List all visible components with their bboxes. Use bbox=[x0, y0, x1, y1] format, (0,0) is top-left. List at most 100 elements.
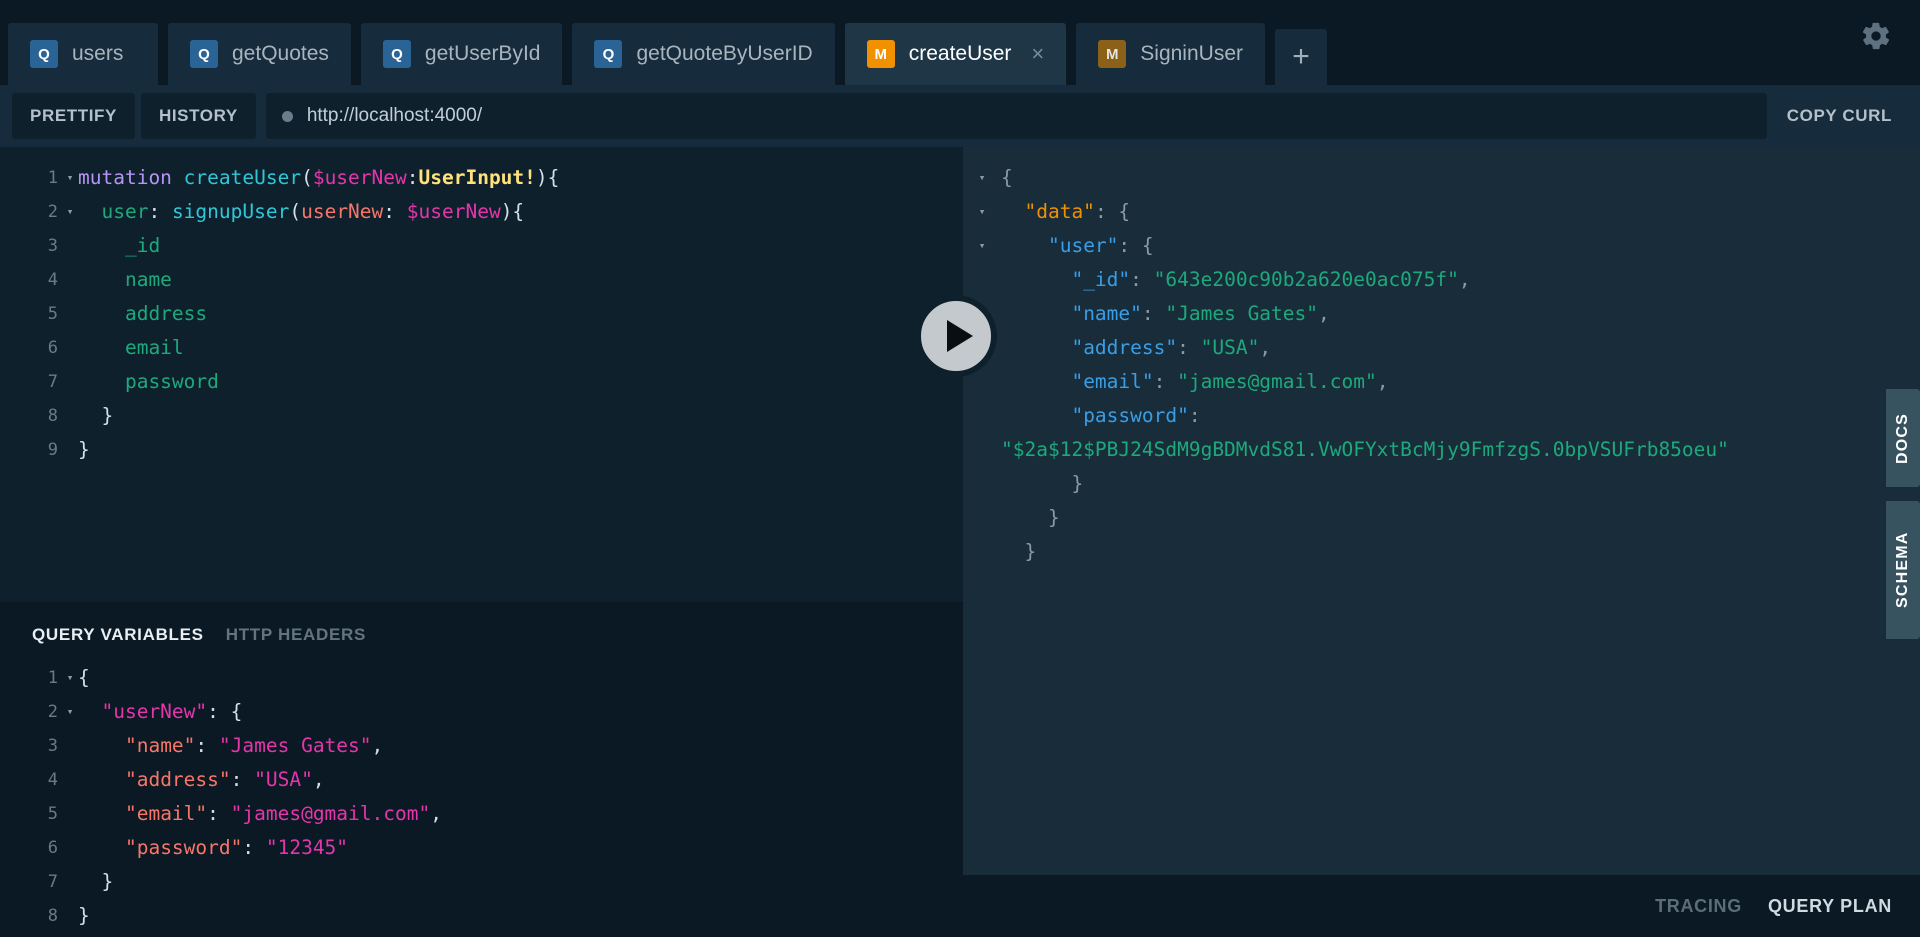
new-tab-button[interactable]: + bbox=[1275, 29, 1327, 85]
prettify-button[interactable]: PRETTIFY bbox=[12, 93, 135, 139]
code-line: 3 "name": "James Gates", bbox=[0, 729, 963, 763]
query-plan-tab[interactable]: QUERY PLAN bbox=[1768, 896, 1892, 917]
line-number: 4 bbox=[47, 770, 58, 790]
token: "james@gmail.com" bbox=[1177, 370, 1377, 393]
fold-toggle-icon[interactable]: ▾ bbox=[62, 661, 78, 695]
history-button[interactable]: HISTORY bbox=[140, 93, 256, 139]
code-text: } bbox=[78, 899, 963, 933]
code-text: { bbox=[78, 661, 963, 695]
token: } bbox=[78, 404, 114, 427]
variables-editor[interactable]: 1 ▾{2 ▾ "userNew": {3 "name": "James Gates… bbox=[0, 661, 963, 933]
code-line: 7 password bbox=[0, 365, 963, 399]
tracing-tab[interactable]: TRACING bbox=[1655, 896, 1742, 917]
token: : bbox=[242, 836, 266, 859]
token: _id bbox=[78, 234, 161, 257]
tab-getuserbyid[interactable]: QgetUserById bbox=[360, 23, 563, 85]
variables-tabs: QUERY VARIABLES HTTP HEADERS bbox=[0, 625, 963, 661]
line-number: 6 bbox=[47, 338, 58, 358]
code-text: "password": "12345" bbox=[78, 831, 963, 865]
fold-toggle-icon[interactable]: ▾ bbox=[963, 195, 1001, 229]
response-text: } bbox=[1001, 467, 1920, 501]
fold-toggle-icon[interactable]: ▾ bbox=[963, 229, 1001, 263]
code-line: 5 address bbox=[0, 297, 963, 331]
token: : bbox=[195, 734, 219, 757]
token: : bbox=[406, 166, 419, 189]
token: "email" bbox=[124, 802, 208, 825]
gear-icon[interactable] bbox=[1860, 20, 1892, 52]
response-line: ▾ "user": { bbox=[963, 229, 1920, 263]
schema-tab[interactable]: SCHEMA bbox=[1886, 501, 1920, 639]
line-number: 7 bbox=[47, 872, 58, 892]
line-number: 7 bbox=[47, 372, 58, 392]
response-line: "_id": "643e200c90b2a620e0ac075f", bbox=[963, 263, 1920, 297]
fold-toggle-icon[interactable]: ▾ bbox=[62, 195, 78, 229]
endpoint-url-bar[interactable]: http://localhost:4000/ bbox=[265, 93, 1767, 139]
copy-curl-button[interactable]: COPY CURL bbox=[1787, 106, 1920, 126]
left-pane: 1 ▾ mutation createUser($userNew:UserInput… bbox=[0, 147, 963, 937]
tab-users[interactable]: Qusers bbox=[8, 23, 158, 85]
fold-toggle-icon[interactable]: ▾ bbox=[963, 161, 1001, 195]
token: $userNew bbox=[406, 200, 501, 223]
response-text: "user": { bbox=[1001, 229, 1920, 263]
code-text: } bbox=[78, 865, 963, 899]
response-footer: TRACING QUERY PLAN bbox=[963, 875, 1920, 937]
response-text: "email": "james@gmail.com", bbox=[1001, 365, 1920, 399]
execute-query-button[interactable] bbox=[915, 295, 997, 377]
response-line: } bbox=[963, 501, 1920, 535]
tab-signinuser[interactable]: M SigninUser bbox=[1076, 23, 1265, 85]
line-number: 1 bbox=[47, 168, 58, 188]
fold-toggle-icon[interactable]: ▾ bbox=[62, 161, 78, 195]
code-text: name bbox=[78, 263, 963, 297]
tab-getquotebyuserid[interactable]: QgetQuoteByUserID bbox=[572, 23, 835, 85]
token: } bbox=[1001, 540, 1037, 563]
code-line: 4 name bbox=[0, 263, 963, 297]
token: , bbox=[1376, 370, 1389, 393]
docs-tab[interactable]: DOCS bbox=[1886, 389, 1920, 487]
token: "USA" bbox=[254, 768, 313, 791]
endpoint-url-text[interactable]: http://localhost:4000/ bbox=[307, 105, 482, 127]
query-editor[interactable]: 1 ▾ mutation createUser($userNew:UserInput… bbox=[0, 147, 963, 602]
response-text: } bbox=[1001, 535, 1920, 569]
mutation-badge-icon: M bbox=[866, 40, 895, 68]
token: ){ bbox=[535, 166, 560, 189]
token: { bbox=[1001, 166, 1013, 189]
response-line: ▾ "data": { bbox=[963, 195, 1920, 229]
token: "$2a$12$PBJ24SdM9gBDMvdS81.VwOFYxtBcMjy9… bbox=[1001, 438, 1729, 461]
main-split: 1 ▾ mutation createUser($userNew:UserInput… bbox=[0, 147, 1920, 937]
code-line: 9} bbox=[0, 433, 963, 467]
response-text: } bbox=[1001, 501, 1920, 535]
code-text: address bbox=[78, 297, 963, 331]
variables-tab-query-variables[interactable]: QUERY VARIABLES bbox=[32, 625, 204, 645]
token: "name" bbox=[1071, 302, 1142, 325]
code-line: 7 } bbox=[0, 865, 963, 899]
tab-createuser[interactable]: McreateUser × bbox=[844, 23, 1067, 85]
response-text: { bbox=[1001, 161, 1920, 195]
code-text: user: signupUser(userNew: $userNew){ bbox=[78, 195, 963, 229]
connection-status-dot bbox=[281, 110, 293, 122]
token: } bbox=[78, 870, 114, 893]
query-badge-icon: Q bbox=[382, 40, 411, 68]
close-icon[interactable]: × bbox=[1031, 43, 1044, 65]
line-number: 1 bbox=[47, 668, 58, 688]
fold-toggle-icon[interactable]: ▾ bbox=[62, 695, 78, 729]
response-text: "$2a$12$PBJ24SdM9gBDMvdS81.VwOFYxtBcMjy9… bbox=[1001, 433, 1920, 467]
token: "james@gmail.com" bbox=[230, 802, 431, 825]
token: : bbox=[1153, 370, 1178, 393]
code-text: "name": "James Gates", bbox=[78, 729, 963, 763]
token: , bbox=[1259, 336, 1272, 359]
tab-getquotes[interactable]: QgetQuotes bbox=[168, 23, 351, 85]
token: } bbox=[1001, 506, 1060, 529]
tab-label: getQuotes bbox=[232, 42, 329, 65]
token: createUser bbox=[183, 166, 302, 189]
response-line: "email": "james@gmail.com", bbox=[963, 365, 1920, 399]
code-line: 3 _id bbox=[0, 229, 963, 263]
token: ( bbox=[289, 200, 302, 223]
code-text: email bbox=[78, 331, 963, 365]
tab-label: getUserById bbox=[424, 42, 541, 65]
variables-tab-http-headers[interactable]: HTTP HEADERS bbox=[226, 625, 366, 645]
